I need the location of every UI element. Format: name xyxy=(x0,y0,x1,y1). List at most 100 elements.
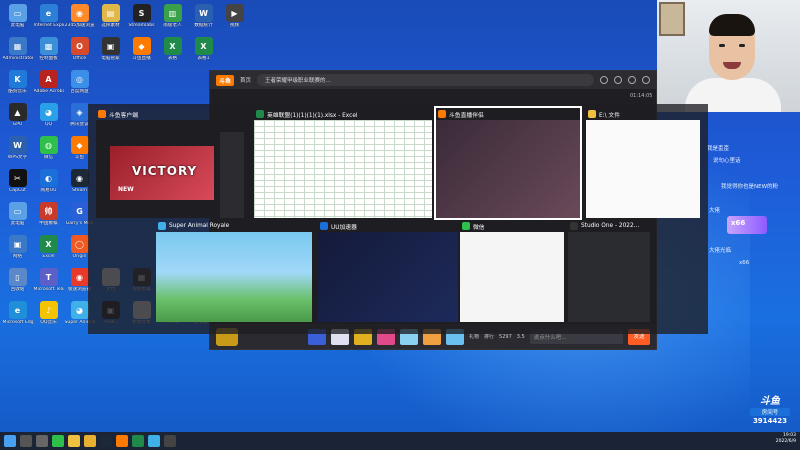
desktop-icon[interactable]: ▭ 此电脑 xyxy=(2,2,33,35)
douyu-logo[interactable]: 斗鱼 xyxy=(216,74,235,86)
desktop-icon[interactable]: ◉2345加速浏览器 xyxy=(64,2,95,35)
gift-label[interactable]: 礼物 xyxy=(469,333,479,340)
desktop-icon[interactable]: ▭ 此电脑 xyxy=(2,200,33,233)
desktop-icon-label: Adobe Acrobat DC xyxy=(33,89,64,94)
desktop-icon[interactable]: 帅中国象棋 xyxy=(33,200,64,233)
desktop-icon[interactable]: S Streamlabs xyxy=(126,2,157,35)
spreadsheet-preview xyxy=(254,120,432,218)
desktop-icon[interactable]: O Office xyxy=(64,35,95,68)
tile-preview xyxy=(156,232,312,322)
browser-tab-bar: 斗鱼 首页 王者荣耀甲级职业联赛的... xyxy=(210,71,656,89)
app-icon: ◎ xyxy=(70,70,89,88)
desktop-icon-label: 数据统计 xyxy=(194,23,213,28)
desktop-icon-label: Office xyxy=(72,56,87,61)
desktop-icon[interactable]: ▣ 网络 xyxy=(2,233,33,266)
desktop-icon-label: 斗鱼直播 xyxy=(132,56,151,61)
taskbar-app-studio-icon[interactable] xyxy=(164,435,176,447)
desktop-icon[interactable]: ▲ GPU xyxy=(2,101,33,134)
switcher-tile-douyu-client[interactable]: 斗鱼客户端 VICTORY NEW xyxy=(96,108,248,218)
desktop-icon[interactable]: ◎ 百度网盘 xyxy=(64,68,95,101)
app-icon: X xyxy=(39,235,58,253)
desktop-icon-label: 此电脑 xyxy=(10,221,25,226)
desktop-icon[interactable]: W WPS文字 xyxy=(2,134,33,167)
app-icon: ✂ xyxy=(8,169,27,187)
tile-preview xyxy=(568,232,650,322)
desktop-icon-label: GPU xyxy=(12,122,23,127)
desktop-icon[interactable]: ▦ Administrator xyxy=(2,35,33,68)
taskbar-app-steam-icon[interactable] xyxy=(100,435,112,447)
desktop-icon[interactable]: eMicrosoft Edge xyxy=(2,299,33,332)
app-icon: ◉ xyxy=(70,169,89,187)
tile-title: 斗鱼客户端 xyxy=(109,112,138,119)
switcher-tile-studio-one[interactable]: Studio One - 2022... xyxy=(568,220,650,322)
team-tag: NEW xyxy=(118,186,134,193)
switcher-tile-douyu-companion[interactable]: 斗鱼直播伴侣 xyxy=(434,106,582,220)
desktop-icon-label: 视频 xyxy=(229,23,240,28)
home-tab[interactable]: 首页 xyxy=(240,76,251,84)
desktop-icon[interactable]: ▯ 回收站 xyxy=(2,266,33,299)
desktop-icon[interactable]: ♪ QQ音乐 xyxy=(33,299,64,332)
desktop-icon[interactable]: ◐ 网易UU xyxy=(33,167,64,200)
app-icon: ◆ xyxy=(132,37,151,55)
desktop-icon[interactable]: eInternet Explorer xyxy=(33,2,64,35)
desktop-icon[interactable]: AAdobe Acrobat DC xyxy=(33,68,64,101)
switcher-tile-explorer[interactable]: E:\ 文件 xyxy=(586,108,700,218)
douyu-watermark: 斗鱼 房间号 3914423 xyxy=(744,392,796,428)
desktop-icon[interactable]: ◕ QQ xyxy=(33,101,64,134)
menu-icon[interactable] xyxy=(642,76,650,84)
switcher-tile-super-animal[interactable]: Super Animal Royale xyxy=(156,220,312,322)
avatar[interactable] xyxy=(614,76,622,84)
streamer-hair xyxy=(709,14,755,36)
taskbar-app-excel-icon[interactable] xyxy=(132,435,144,447)
app-icon: ◆ xyxy=(70,136,89,154)
history-icon[interactable] xyxy=(600,76,608,84)
switcher-tile-excel[interactable]: 英雄联盟(1)(1)(1)(1).xlsx - Excel xyxy=(254,108,432,218)
desktop-icon[interactable]: X Excel xyxy=(33,233,64,266)
app-icon: ◐ xyxy=(39,169,58,187)
desktop-icon[interactable]: ▥ 南极老人 xyxy=(157,2,188,35)
taskbar-app-douyu-icon[interactable] xyxy=(116,435,128,447)
tile-preview: VICTORY NEW xyxy=(96,120,248,218)
desktop-icon[interactable]: ✂ CapCut xyxy=(2,167,33,200)
desktop-icon[interactable]: ▤ 选择素材 xyxy=(95,2,126,35)
app-icon: ◍ xyxy=(39,136,58,154)
app-icon: G xyxy=(70,202,89,220)
game-icon xyxy=(158,222,166,230)
douyu-icon xyxy=(438,110,446,118)
app-icon: ▲ xyxy=(8,103,27,121)
start-icon[interactable] xyxy=(4,435,16,447)
desktop-icon[interactable]: X 表格1 xyxy=(188,35,219,68)
desktop-icon-label: 酷狗音乐 xyxy=(8,89,27,94)
stream-time: 01:14:05 xyxy=(630,93,653,99)
rank-label[interactable]: 排行 xyxy=(484,333,494,340)
desktop-icon[interactable]: X 表格 xyxy=(157,35,188,68)
desktop-icon[interactable]: ▩ 控制面板 xyxy=(33,35,64,68)
settings-icon[interactable] xyxy=(628,76,636,84)
stat-level: 3.5 xyxy=(516,333,525,340)
desktop-icon[interactable]: ◆ 斗鱼直播 xyxy=(126,35,157,68)
taskbar-app-wechat-icon[interactable] xyxy=(52,435,64,447)
stat-count: 5297 xyxy=(499,333,512,340)
tile-preview xyxy=(586,120,700,218)
desktop-icon[interactable]: ▶ 视频 xyxy=(219,2,250,35)
taskbar-app-game-icon[interactable] xyxy=(148,435,160,447)
stream-video: VICTORY NEW xyxy=(110,146,214,200)
desktop-icon[interactable]: ▣ 电脑管家 xyxy=(95,35,126,68)
switcher-tile-uu[interactable]: UU加速器 xyxy=(318,220,458,322)
page-title-bar[interactable]: 王者荣耀甲级职业联赛的... xyxy=(257,74,594,86)
tile-preview xyxy=(318,232,458,322)
chat-line: 大佬 xyxy=(709,208,721,214)
taskbar-app-chrome-icon[interactable] xyxy=(84,435,96,447)
desktop-icon[interactable]: TMicrosoft Teams xyxy=(33,266,64,299)
app-icon: e xyxy=(39,4,58,22)
system-tray-clock[interactable]: 19:03 2022/6/9 xyxy=(776,433,796,444)
switcher-tile-wechat[interactable]: 微信 xyxy=(460,220,564,322)
desktop-icon[interactable]: ◍ 微信 xyxy=(33,134,64,167)
search-icon[interactable] xyxy=(20,435,32,447)
desktop-icon[interactable]: K 酷狗音乐 xyxy=(2,68,33,101)
desktop-icon-label: 微信 xyxy=(43,155,54,160)
task-view-icon[interactable] xyxy=(36,435,48,447)
desktop-icon[interactable]: W 数据统计 xyxy=(188,2,219,35)
desktop-icon-label: WPS文字 xyxy=(7,155,28,160)
taskbar-app-folder-icon[interactable] xyxy=(68,435,80,447)
